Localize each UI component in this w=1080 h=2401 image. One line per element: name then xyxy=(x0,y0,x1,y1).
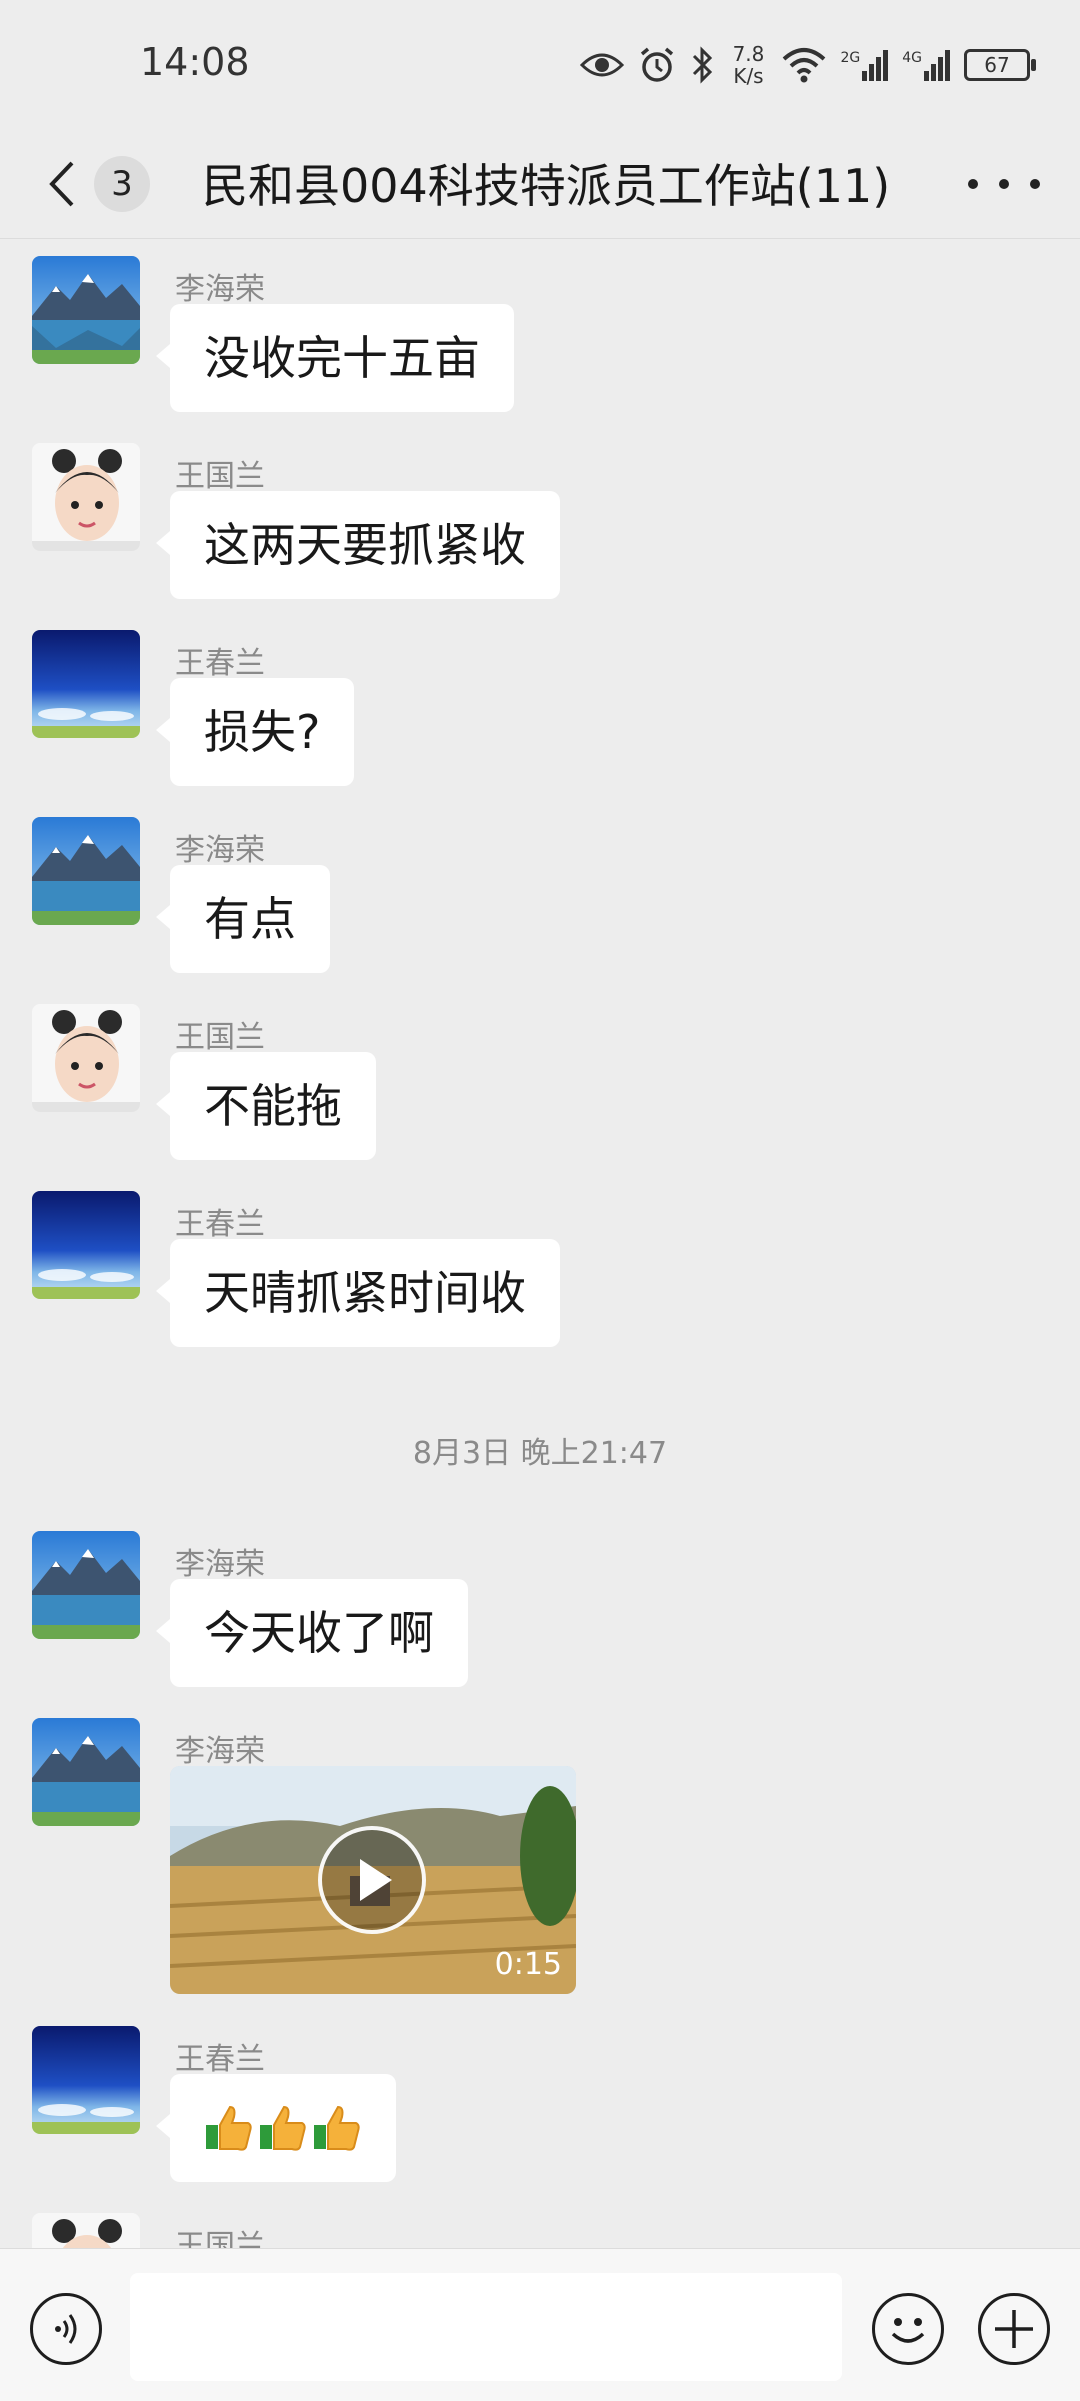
message-bubble[interactable]: 没收完十五亩 xyxy=(156,304,514,412)
unread-count-badge: 3 xyxy=(94,156,150,212)
message-bubble[interactable]: 有点 xyxy=(156,865,330,973)
emoji-icon[interactable] xyxy=(872,2293,944,2365)
battery-icon: 67 xyxy=(964,49,1036,81)
chat-header: 3 民和县004科技特派员工作站(11) xyxy=(0,130,1080,239)
mountain-lake-avatar[interactable] xyxy=(32,1531,140,1639)
message-bubble[interactable]: 今天收了啊 xyxy=(156,1579,468,1687)
video-duration: 0:15 xyxy=(494,1947,562,1982)
blue-sky-avatar[interactable] xyxy=(32,2026,140,2134)
message-bubble[interactable]: 这两天要抓紧收 xyxy=(156,491,560,599)
sender-name: 李海荣 xyxy=(175,272,265,307)
signal-2g-icon: 2G xyxy=(840,49,889,81)
wifi-icon xyxy=(783,48,826,83)
message-bubble[interactable]: 不能拖 xyxy=(156,1052,376,1160)
status-icons: 7.8 K/s 2G 4G 67 xyxy=(580,38,1036,92)
network-speed: 7.8 K/s xyxy=(732,42,765,88)
thumbs-up-icon xyxy=(314,2105,360,2151)
sender-name: 李海荣 xyxy=(175,1547,265,1582)
sender-name: 李海荣 xyxy=(175,833,265,868)
thumbs-up-icon xyxy=(260,2105,306,2151)
time-separator: 8月3日 晚上21:47 xyxy=(412,1436,668,1471)
message-bubble[interactable]: 损失? xyxy=(155,678,355,786)
child-photo-avatar[interactable] xyxy=(32,2213,140,2248)
status-time: 14:08 xyxy=(140,40,250,84)
back-button[interactable]: 3 xyxy=(36,144,150,224)
message-input[interactable] xyxy=(130,2273,842,2381)
blue-sky-avatar[interactable] xyxy=(32,630,140,738)
sender-name: 王国兰 xyxy=(175,459,265,494)
blue-sky-avatar[interactable] xyxy=(32,1191,140,1299)
play-icon[interactable] xyxy=(318,1826,426,1934)
alarm-icon xyxy=(641,47,674,82)
more-options-icon[interactable] xyxy=(968,160,1040,208)
message-bubble[interactable] xyxy=(156,2074,396,2182)
mountain-lake-avatar[interactable] xyxy=(32,817,140,925)
sender-name: 王国兰 xyxy=(175,2229,265,2248)
voice-input-icon[interactable] xyxy=(30,2293,102,2365)
sender-name: 王春兰 xyxy=(175,1207,265,1242)
status-bar: 14:08 7.8 K/s 2G 4G 67 xyxy=(0,0,1080,130)
chevron-left-icon[interactable] xyxy=(36,154,86,214)
mountain-lake-avatar[interactable] xyxy=(32,256,140,364)
mountain-lake-avatar[interactable] xyxy=(32,1718,140,1826)
chat-title: 民和县004科技特派员工作站(11) xyxy=(202,159,891,213)
message-bubble[interactable]: 天晴抓紧时间收 xyxy=(156,1239,560,1347)
child-photo-avatar[interactable] xyxy=(32,1004,140,1112)
bluetooth-icon xyxy=(693,46,713,84)
sender-name: 王国兰 xyxy=(175,1020,265,1055)
sender-name: 王春兰 xyxy=(175,646,265,681)
signal-4g-icon: 4G xyxy=(902,49,950,81)
input-bar xyxy=(0,2248,1080,2401)
sender-name: 李海荣 xyxy=(175,1734,265,1769)
thumbs-up-icon xyxy=(206,2105,252,2151)
plus-icon[interactable] xyxy=(978,2293,1050,2365)
video-message[interactable]: 0:15 xyxy=(170,1766,576,1994)
sender-name: 王春兰 xyxy=(175,2042,265,2077)
message-row: 王国兰 xyxy=(0,2213,1080,2248)
eye-icon xyxy=(580,53,625,77)
child-photo-avatar[interactable] xyxy=(32,443,140,551)
